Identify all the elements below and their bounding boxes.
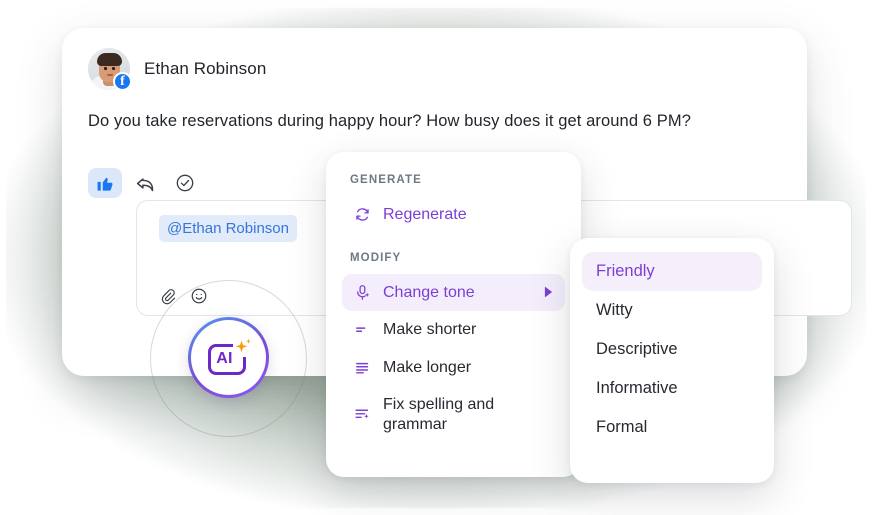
refresh-icon bbox=[352, 206, 372, 223]
shorten-lines-icon-glyph bbox=[355, 327, 365, 333]
reply-button[interactable] bbox=[128, 168, 162, 198]
check-circle-icon bbox=[176, 174, 194, 192]
lengthen-lines-icon-glyph bbox=[355, 362, 368, 374]
avatar: f bbox=[88, 48, 132, 91]
resolve-button[interactable] bbox=[168, 168, 202, 198]
ai-assistant-button[interactable]: AI bbox=[188, 317, 269, 398]
microphone-sparkle-icon-glyph bbox=[356, 284, 369, 300]
menu-section-label-generate: GENERATE bbox=[350, 174, 422, 186]
ai-actions-menu: GENERATE Regenerate MODIFY Change tone M… bbox=[326, 152, 581, 477]
tone-option-informative[interactable]: Informative bbox=[582, 369, 762, 408]
chevron-right-icon-glyph bbox=[544, 286, 553, 298]
sparkle-small-icon bbox=[245, 338, 251, 344]
message-body: Do you take reservations during happy ho… bbox=[88, 112, 691, 130]
spellcheck-icon bbox=[352, 406, 372, 423]
avatar-eye-right bbox=[112, 67, 115, 70]
avatar-hair bbox=[97, 53, 122, 66]
tone-option-formal[interactable]: Formal bbox=[582, 408, 762, 447]
refresh-icon-glyph bbox=[355, 208, 369, 222]
thumbs-up-icon bbox=[97, 177, 113, 191]
tone-option-friendly[interactable]: Friendly bbox=[582, 252, 762, 291]
lengthen-lines-icon bbox=[352, 359, 372, 376]
chevron-right-icon bbox=[544, 286, 553, 298]
author-name: Ethan Robinson bbox=[144, 59, 267, 78]
avatar-eye-left bbox=[104, 67, 107, 70]
ai-sparkle-icon: AI bbox=[206, 338, 252, 378]
menu-item-label: Make shorter bbox=[383, 321, 477, 339]
like-button[interactable] bbox=[88, 168, 122, 198]
microphone-sparkle-icon bbox=[352, 284, 372, 301]
menu-item-change-tone[interactable]: Change tone bbox=[342, 273, 565, 312]
shorten-lines-icon bbox=[352, 321, 372, 338]
menu-item-label: Fix spelling and grammar bbox=[383, 396, 495, 433]
menu-item-fix-spelling-and-grammar[interactable]: Fix spelling and grammar bbox=[342, 386, 565, 443]
mention-chip[interactable]: @Ethan Robinson bbox=[159, 215, 297, 242]
menu-item-make-shorter[interactable]: Make shorter bbox=[342, 311, 565, 349]
message-action-row bbox=[88, 168, 202, 198]
menu-item-regenerate[interactable]: Regenerate bbox=[342, 196, 565, 234]
tone-option-descriptive[interactable]: Descriptive bbox=[582, 330, 762, 369]
menu-section-label-modify: MODIFY bbox=[350, 251, 402, 264]
facebook-icon: f bbox=[113, 72, 132, 91]
avatar-mouth bbox=[107, 74, 113, 76]
menu-item-label: Make longer bbox=[383, 358, 472, 376]
message-header: f Ethan Robinson bbox=[88, 48, 267, 91]
spellcheck-icon-glyph bbox=[354, 409, 369, 419]
menu-item-label: Regenerate bbox=[383, 206, 467, 223]
menu-item-make-longer[interactable]: Make longer bbox=[342, 349, 565, 387]
menu-item-label: Change tone bbox=[383, 283, 475, 301]
tone-option-witty[interactable]: Witty bbox=[582, 291, 762, 330]
reply-arrow-icon bbox=[136, 177, 153, 191]
tone-submenu: Friendly Witty Descriptive Informative F… bbox=[570, 238, 774, 483]
screenshot-root: f Ethan Robinson Do you take reservation… bbox=[0, 0, 872, 515]
